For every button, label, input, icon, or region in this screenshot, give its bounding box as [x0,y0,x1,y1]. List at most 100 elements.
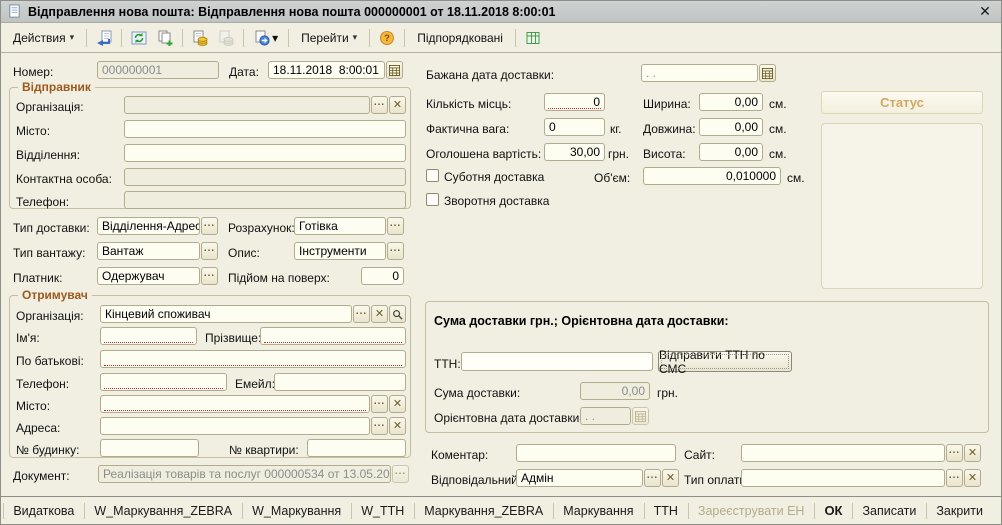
recipient-phone-label: Телефон: [16,377,69,391]
date-field-row: 18.11.2018 8:00:01 [268,61,403,79]
height-field[interactable]: 0,00 [699,143,763,161]
house-number-field[interactable] [100,439,199,457]
refresh-button[interactable] [126,27,152,49]
close-button[interactable]: Закрити [926,498,993,524]
width-unit: см. [769,97,787,111]
recipient-org-field[interactable]: Кінцевий споживач [100,305,352,323]
responsible-field[interactable]: Адмін [516,469,643,487]
address-field[interactable] [100,417,370,435]
declared-value-field[interactable]: 30,00 [544,143,605,161]
length-field[interactable]: 0,00 [699,118,763,136]
payer-row: Одержувач ... [97,267,218,285]
actual-weight-field[interactable]: 0 [544,118,605,136]
cargo-type-field[interactable]: Вантаж [97,242,200,260]
saturday-delivery-checkbox[interactable] [426,169,439,182]
calc-select-icon[interactable]: ... [387,217,404,235]
last-name-field[interactable] [260,327,406,345]
desired-date-field[interactable]: . . [641,64,758,82]
w-ttn-button[interactable]: W_ТТН [351,498,414,524]
close-icon[interactable]: ✕ [975,3,995,20]
payment-type-clear-icon[interactable]: ✕ [964,469,981,487]
delivery-type-field[interactable]: Відділення-Адреса [97,217,200,235]
address-clear-icon[interactable]: ✕ [389,417,406,435]
status-button[interactable]: Статус [821,91,983,114]
status-panel [821,123,983,289]
calendar-picker-button[interactable] [386,61,403,79]
middle-name-field[interactable] [100,350,406,368]
recipient-phone-field[interactable] [100,373,227,391]
email-field[interactable] [274,373,406,391]
sender-city-field[interactable] [124,120,406,138]
goto-menu-button[interactable]: Перейти ▾ [293,27,365,49]
help-button[interactable]: ? [374,27,400,49]
site-field[interactable] [741,444,945,462]
sender-contact-field[interactable] [124,168,406,186]
places-count-field[interactable]: 0 [544,93,605,111]
site-select-icon[interactable]: ... [946,444,963,462]
responsible-clear-icon[interactable]: ✕ [662,469,679,487]
ttn-field[interactable] [461,352,653,371]
post-document-button[interactable] [187,27,213,49]
recipient-city-clear-icon[interactable]: ✕ [389,395,406,413]
first-name-field[interactable] [100,327,197,345]
cargo-type-select-icon[interactable]: ... [201,242,218,260]
sender-phone-label: Телефон: [16,195,69,209]
payment-type-select-icon[interactable]: ... [946,469,963,487]
expense-invoice-button[interactable]: Видаткова [3,498,84,524]
description-select-icon[interactable]: ... [387,242,404,260]
sender-org-clear-icon[interactable]: ✕ [389,96,406,114]
weight-unit: кг. [610,122,622,136]
description-field[interactable]: Інструменти [294,242,386,260]
chevron-down-icon: ▾ [70,32,75,43]
floor-lift-field[interactable]: 0 [361,267,404,285]
output-button[interactable]: ▾ [248,27,284,49]
estimated-date-field: . . [580,407,631,425]
payer-field[interactable]: Одержувач [97,267,200,285]
apartment-field[interactable] [307,439,406,457]
payment-type-field[interactable] [741,469,945,487]
reread-button[interactable] [91,27,117,49]
site-clear-icon[interactable]: ✕ [964,444,981,462]
sender-org-field[interactable] [124,96,370,114]
responsible-select-icon[interactable]: ... [644,469,661,487]
bottom-button-bar: На склад Видаткова W_Маркування_ZEBRA W_… [1,496,1001,524]
recipient-city-select-icon[interactable]: ... [371,395,388,413]
address-select-icon[interactable]: ... [371,417,388,435]
save-button[interactable]: Записати [852,498,926,524]
ttn-button[interactable]: ТТН [644,498,688,524]
chevron-down-icon: ▾ [272,31,278,45]
recipient-org-select-icon[interactable]: ... [353,305,370,323]
volume-field[interactable]: 0,010000 [643,167,781,185]
document-field[interactable]: Реалізація товарів та послуг 000000534 о… [98,465,391,483]
marking-zebra-button[interactable]: Маркування_ZEBRA [414,498,553,524]
return-delivery-checkbox[interactable] [426,193,439,206]
actions-menu-button[interactable]: Действия ▾ [5,27,82,49]
payment-type-label: Тип оплати: [684,473,749,487]
date-field[interactable]: 18.11.2018 8:00:01 [268,61,385,79]
sender-group-legend: Відправник [18,80,95,94]
sender-org-select-icon[interactable]: ... [371,96,388,114]
recipient-city-field[interactable] [100,395,370,413]
comment-field[interactable] [516,444,676,462]
payer-select-icon[interactable]: ... [201,267,218,285]
marking-button[interactable]: Маркування [553,498,643,524]
sender-phone-field[interactable] [124,191,406,209]
calc-field[interactable]: Готівка [294,217,386,235]
w-marking-zebra-button[interactable]: W_Маркування_ZEBRA [84,498,242,524]
calendar-picker-button[interactable] [759,64,776,82]
structure-report-button[interactable] [520,27,546,49]
delivery-type-select-icon[interactable]: ... [201,217,218,235]
width-field[interactable]: 0,00 [699,93,763,111]
ok-button[interactable]: ОК [814,498,852,524]
recipient-group: Отримувач Організація: Кінцевий споживач… [9,295,411,458]
subordinates-button[interactable]: Підпорядковані [409,27,511,49]
document-label: Документ: [13,469,70,483]
send-ttn-sms-button[interactable]: Відправити ТТН по СМС [658,351,792,372]
w-marking-button[interactable]: W_Маркування [242,498,351,524]
recipient-org-search-icon[interactable] [389,305,406,323]
sender-branch-field[interactable] [124,144,406,162]
copy-button[interactable] [152,27,178,49]
recipient-org-clear-icon[interactable]: ✕ [371,305,388,323]
delivery-summary-panel: Сума доставки грн.; Орієнтовна дата дост… [425,301,989,433]
toolbar-separator [369,29,370,47]
